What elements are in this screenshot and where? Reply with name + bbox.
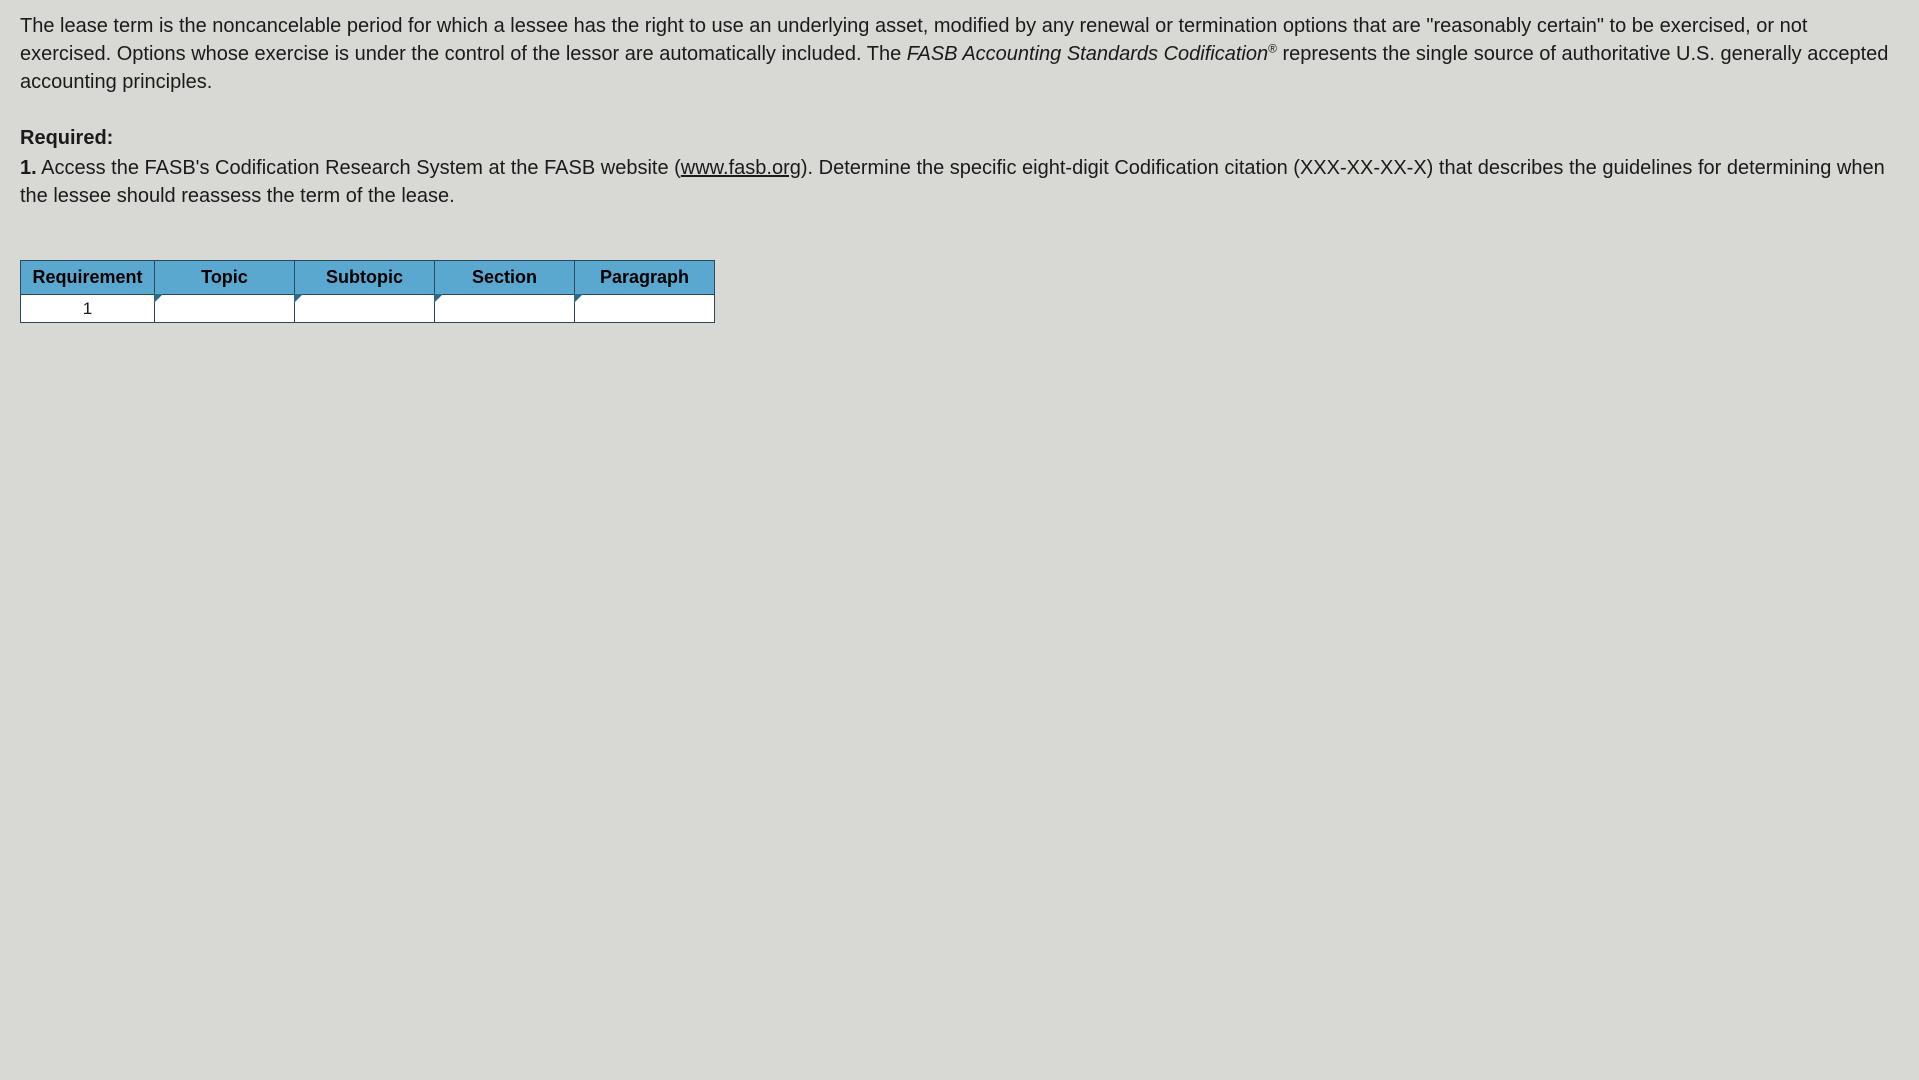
intro-paragraph: The lease term is the noncancelable peri…	[20, 12, 1899, 96]
required-number: 1.	[20, 157, 37, 179]
cell-section[interactable]	[435, 295, 575, 323]
required-text-before-link: Access the FASB's Codification Research …	[37, 157, 681, 179]
header-requirement: Requirement	[21, 261, 155, 295]
header-section: Section	[435, 261, 575, 295]
subtopic-input[interactable]	[295, 295, 434, 322]
cell-requirement: 1	[21, 295, 155, 323]
dropdown-marker-icon	[294, 294, 303, 303]
table-row: 1	[21, 295, 715, 323]
required-item-1: 1. Access the FASB's Codification Resear…	[20, 154, 1899, 210]
intro-italic: FASB Accounting Standards Codification	[907, 43, 1268, 65]
header-paragraph: Paragraph	[575, 261, 715, 295]
header-topic: Topic	[155, 261, 295, 295]
dropdown-marker-icon	[574, 294, 583, 303]
cell-paragraph[interactable]	[575, 295, 715, 323]
paragraph-input[interactable]	[575, 295, 714, 322]
required-label: Required:	[20, 124, 1899, 152]
registered-symbol: ®	[1268, 41, 1277, 55]
header-subtopic: Subtopic	[295, 261, 435, 295]
topic-input[interactable]	[155, 295, 294, 322]
dropdown-marker-icon	[154, 294, 163, 303]
section-input[interactable]	[435, 295, 574, 322]
dropdown-marker-icon	[434, 294, 443, 303]
fasb-link[interactable]: www.fasb.org	[681, 157, 801, 179]
citation-table: Requirement Topic Subtopic Section Parag…	[20, 260, 715, 323]
cell-subtopic[interactable]	[295, 295, 435, 323]
cell-topic[interactable]	[155, 295, 295, 323]
